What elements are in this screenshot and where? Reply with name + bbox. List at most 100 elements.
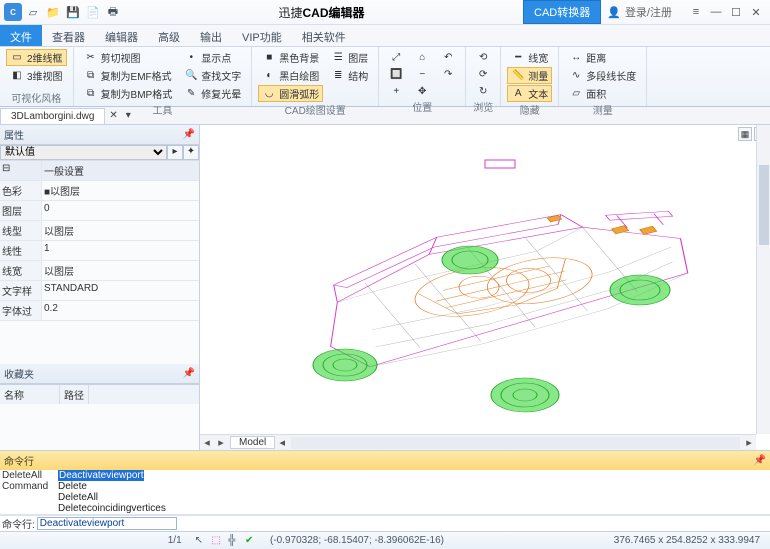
fav-col-name[interactable]: 名称 xyxy=(0,385,60,404)
ribbon-btn-wf2d[interactable]: ▭2维线框 xyxy=(6,49,67,66)
snap-icon[interactable]: ⬚ xyxy=(211,535,223,547)
command-input[interactable] xyxy=(37,517,177,530)
viewport[interactable]: ▦ ✕ xyxy=(200,125,770,450)
copy-icon: ⧉ xyxy=(84,87,98,101)
tab-advanced[interactable]: 高级 xyxy=(148,25,190,46)
prop-btn-b[interactable]: ✦ xyxy=(183,145,199,160)
property-row[interactable]: 线宽以图层 xyxy=(0,261,199,281)
user-icon: 👤 xyxy=(607,6,621,19)
ribbon-btn-bf[interactable]: ⟲ xyxy=(472,49,494,65)
login-link[interactable]: 👤 登录/注册 xyxy=(607,4,672,20)
tab-vip[interactable]: VIP功能 xyxy=(232,25,292,46)
tab-prev-icon[interactable]: ◂ xyxy=(200,436,214,449)
ribbon-btn-wf3d[interactable]: ◧3维视图 xyxy=(6,67,67,84)
command-input-label: 命令行: xyxy=(0,516,37,531)
open-icon[interactable]: 📁 xyxy=(46,5,60,19)
ribbon-btn-str[interactable]: ≣结构 xyxy=(327,67,372,84)
maximize-button[interactable]: ☐ xyxy=(726,4,746,20)
ribbon-btn-zin[interactable]: + xyxy=(385,83,407,99)
ribbon-btn-red[interactable]: ↷ xyxy=(437,66,459,82)
pin-icon[interactable]: 📌 xyxy=(754,455,766,466)
property-row[interactable]: 文字样STANDARD xyxy=(0,281,199,301)
viewport-tool-a[interactable]: ▦ xyxy=(738,127,752,141)
ribbon-btn-txt[interactable]: A文本 xyxy=(507,85,552,102)
save-icon[interactable]: 💾 xyxy=(66,5,80,19)
ribbon-btn-home[interactable]: ⌂ xyxy=(411,49,433,65)
saveas-icon[interactable]: 📄 xyxy=(86,5,100,19)
lyr-icon: ☰ xyxy=(331,51,345,65)
ribbon-btn-zout[interactable]: − xyxy=(411,66,433,82)
zout-icon: − xyxy=(415,67,429,81)
ribbon-group-label: 可视化风格 xyxy=(6,90,67,106)
ribbon-btn-fix[interactable]: ✎修复光晕 xyxy=(180,85,245,102)
property-row[interactable]: 色彩■以图层 xyxy=(0,181,199,201)
property-row[interactable]: 图层0 xyxy=(0,201,199,221)
ribbon-btn-pan[interactable]: ✥ xyxy=(411,83,433,99)
tab-editor[interactable]: 编辑器 xyxy=(95,25,148,46)
properties-header: 属性📌 xyxy=(0,125,199,145)
ribbon-btn-ms[interactable]: 📏测量 xyxy=(507,67,552,84)
grid-icon[interactable]: ╬ xyxy=(228,535,240,547)
ribbon-btn-find[interactable]: 🔍查找文字 xyxy=(180,67,245,84)
scrollbar-vertical[interactable] xyxy=(756,125,770,434)
scroll-left-icon[interactable]: ◂ xyxy=(275,436,289,449)
ribbon-btn-lyr[interactable]: ☰图层 xyxy=(327,49,372,66)
print-icon[interactable]: 🖶 xyxy=(106,5,120,19)
fav-col-path[interactable]: 路径 xyxy=(60,385,89,404)
ribbon-btn-zwin[interactable]: 🔲 xyxy=(385,66,407,82)
cad-converter-button[interactable]: CAD转换器 xyxy=(523,0,601,24)
prop-btn-a[interactable]: ▸ xyxy=(167,145,183,160)
arc-icon: ◡ xyxy=(262,87,276,101)
property-grid: ⊟一般设置 色彩■以图层图层0线型以图层线性1线宽以图层文字样STANDARD字… xyxy=(0,161,199,321)
scis-icon: ✂ xyxy=(84,51,98,65)
ribbon-btn-bl[interactable]: ↻ xyxy=(472,83,494,99)
ribbon-btn-lw[interactable]: ━线宽 xyxy=(507,49,552,66)
wf2d-icon: ▭ xyxy=(10,51,24,65)
minimize-button[interactable]: — xyxy=(706,4,726,20)
command-history-line: DeleteAll xyxy=(2,492,768,503)
model-tab[interactable]: Model xyxy=(230,436,275,449)
dst-icon: ↔ xyxy=(569,51,583,65)
tab-viewer[interactable]: 查看器 xyxy=(42,25,95,46)
ribbon-btn-are[interactable]: ▱面积 xyxy=(565,85,640,102)
property-selector[interactable]: 默认值 xyxy=(0,145,167,160)
property-row[interactable]: 线型以图层 xyxy=(0,221,199,241)
bw-icon: ◐ xyxy=(262,69,276,83)
txt-icon: A xyxy=(511,87,525,101)
bl-icon: ↻ xyxy=(476,84,490,98)
tab-output[interactable]: 输出 xyxy=(190,25,232,46)
wf3d-icon: ◧ xyxy=(10,69,24,83)
cursor-icon[interactable]: ↖ xyxy=(195,535,207,547)
scroll-right-icon[interactable]: ▸ xyxy=(742,436,756,449)
ribbon-btn-blk[interactable]: ■黑色背景 xyxy=(258,49,323,66)
property-row[interactable]: 线性1 xyxy=(0,241,199,261)
ribbon-btn-bw[interactable]: ◐黑白绘图 xyxy=(258,67,323,84)
pin-icon[interactable]: 📌 xyxy=(183,368,195,379)
ribbon-btn-bb[interactable]: ⟳ xyxy=(472,66,494,82)
close-button[interactable]: ✕ xyxy=(746,4,766,20)
ortho-icon[interactable]: ✔ xyxy=(245,535,257,547)
tab-next-icon[interactable]: ▸ xyxy=(214,436,228,449)
tab-file[interactable]: 文件 xyxy=(0,25,42,46)
ribbon-btn-arc[interactable]: ◡圆滑弧形 xyxy=(258,85,323,102)
ribbon-btn-copy[interactable]: ⧉复制为BMP格式 xyxy=(80,85,177,102)
ribbon-btn-und[interactable]: ↶ xyxy=(437,49,459,65)
ribbon-group-label: 位置 xyxy=(385,99,459,115)
document-tab-close-icon[interactable]: ✕ xyxy=(105,110,121,121)
new-icon[interactable]: ▱ xyxy=(26,5,40,19)
settings-icon[interactable]: ≡ xyxy=(686,4,706,20)
ribbon-btn-pll[interactable]: ∿多段线长度 xyxy=(565,67,640,84)
ribbon-btn-copy[interactable]: ⧉复制为EMF格式 xyxy=(80,67,177,84)
property-row[interactable]: 字体过0.2 xyxy=(0,301,199,321)
document-tab[interactable]: 3DLamborgini.dwg xyxy=(0,108,105,124)
ribbon-btn-dot[interactable]: •显示点 xyxy=(180,49,245,66)
scrollbar-horizontal[interactable] xyxy=(291,437,740,449)
chevron-down-icon[interactable]: ▾ xyxy=(122,110,135,121)
tab-related[interactable]: 相关软件 xyxy=(292,25,356,46)
ribbon-btn-scis[interactable]: ✂剪切视图 xyxy=(80,49,177,66)
pll-icon: ∿ xyxy=(569,69,583,83)
are-icon: ▱ xyxy=(569,87,583,101)
pin-icon[interactable]: 📌 xyxy=(183,129,195,140)
ribbon-btn-dst[interactable]: ↔距离 xyxy=(565,49,640,66)
ribbon-btn-fit[interactable]: ⤢ xyxy=(385,49,407,65)
